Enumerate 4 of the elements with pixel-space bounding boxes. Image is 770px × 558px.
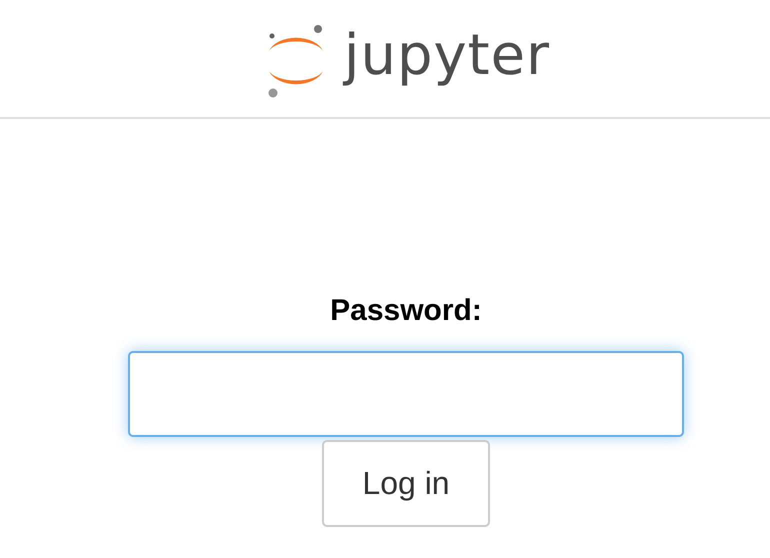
login-button[interactable]: Log in	[322, 440, 490, 527]
logo-text: jupyter	[344, 28, 550, 90]
password-field[interactable]	[128, 351, 684, 437]
password-label: Password:	[330, 293, 482, 329]
